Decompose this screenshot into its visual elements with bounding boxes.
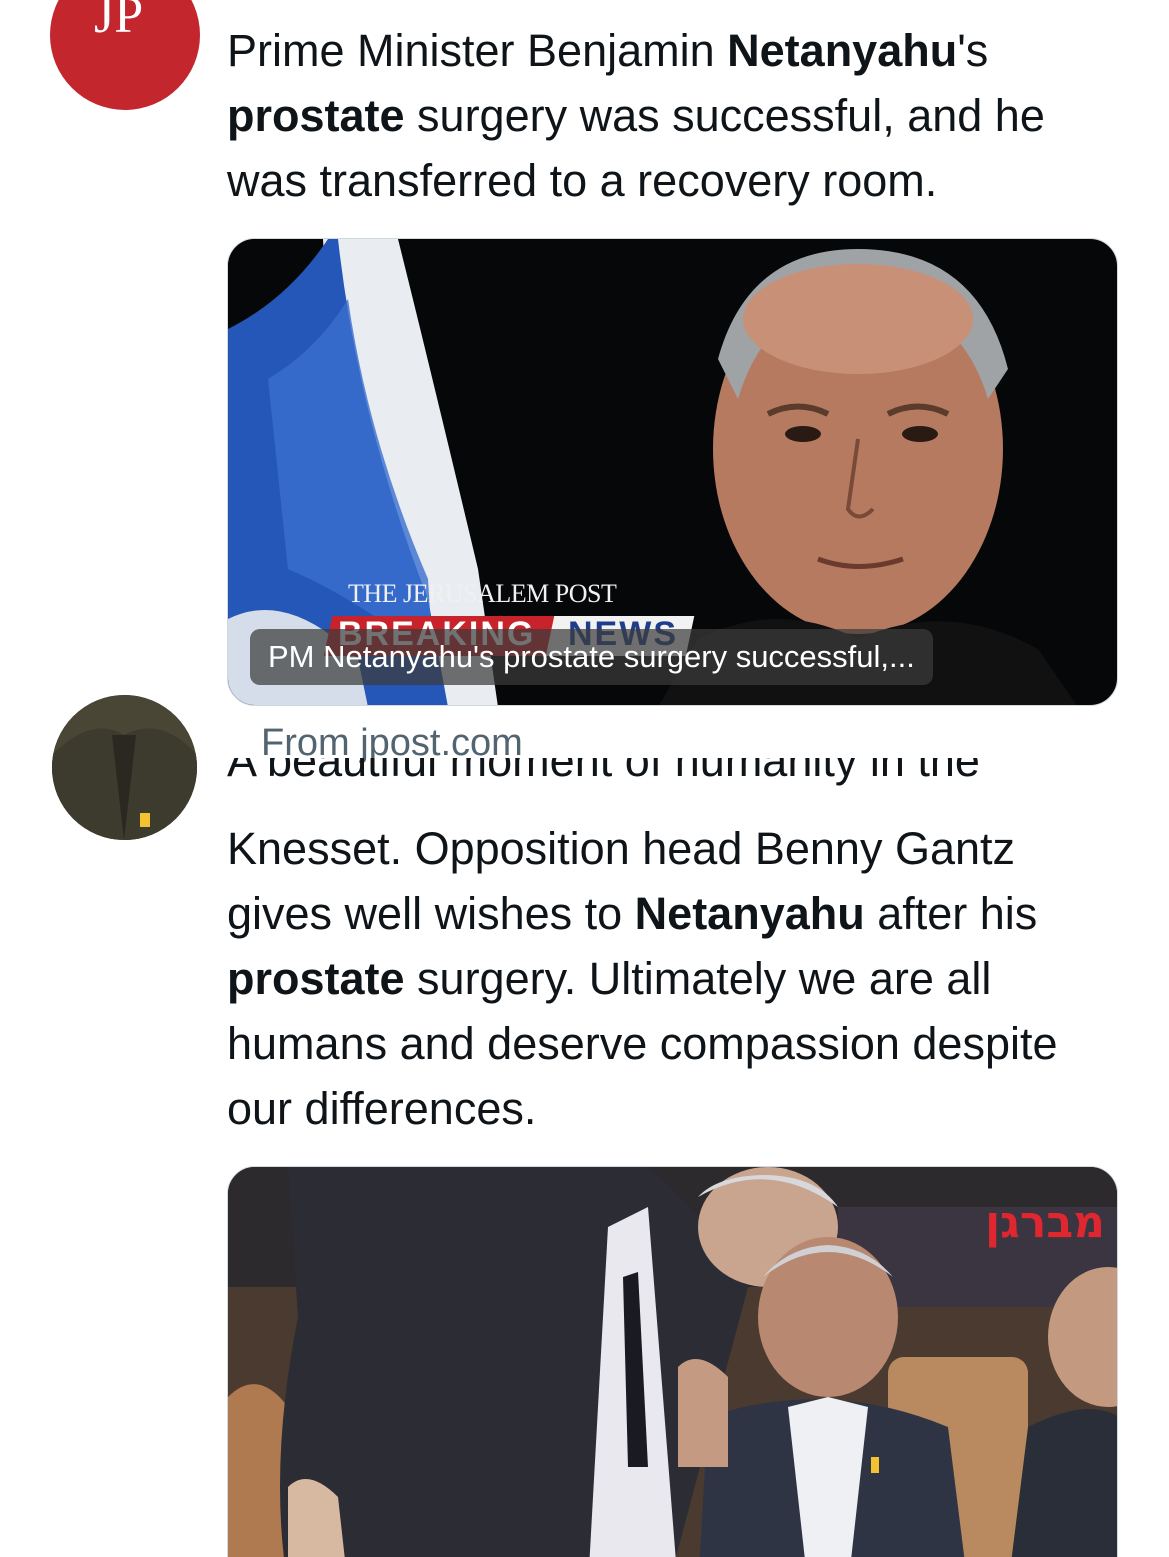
link-card-image[interactable]: THE JERUSALEM POST BREAKING NEWS PM Neta…	[227, 238, 1118, 706]
jpost-avatar[interactable]: JP	[50, 0, 200, 110]
post1-text: Prime Minister Benjamin Netanyahu's pros…	[227, 25, 1045, 206]
post2-image[interactable]: מברגן	[227, 1166, 1118, 1557]
user-avatar[interactable]	[52, 695, 197, 840]
post2-text: Knesset. Opposition head Benny Gantz giv…	[227, 823, 1058, 1134]
avatar-jacket-image	[52, 695, 197, 840]
post2-cutoff-text: A beautiful moment of humanity in the	[227, 758, 980, 786]
tv-channel-logo: מברגן	[985, 1197, 1105, 1248]
link-card-title[interactable]: PM Netanyahu's prostate surgery successf…	[250, 629, 933, 685]
jpost-wordmark: THE JERUSALEM POST	[348, 579, 617, 608]
jpost-logo-letters: JP	[94, 0, 144, 44]
feed: JP Prime Minister Benjamin Netanyahu's p…	[0, 0, 1169, 1557]
